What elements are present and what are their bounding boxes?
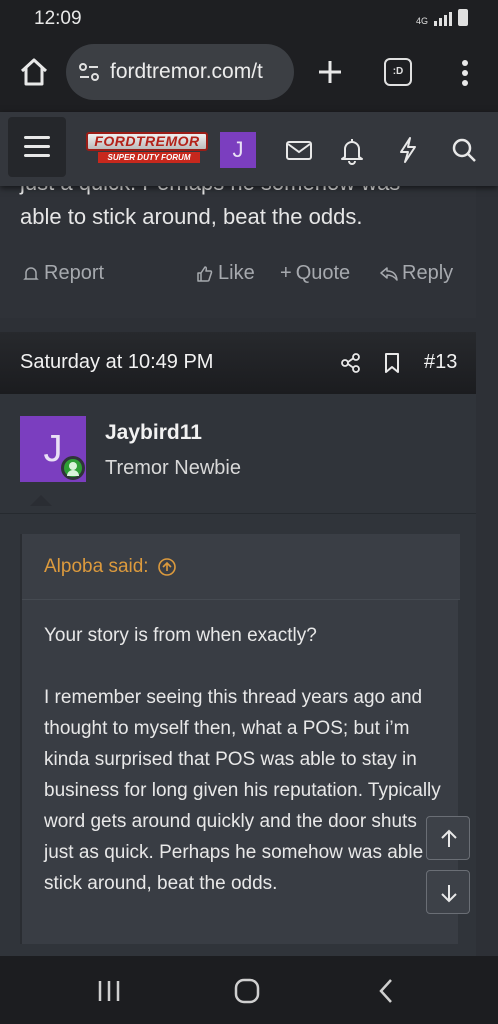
report-button[interactable]: Report	[22, 262, 104, 285]
status-icons: 4G	[416, 9, 468, 26]
author-name[interactable]: Jaybird11	[105, 421, 202, 445]
reply-icon	[380, 266, 398, 281]
previous-post: just a quick. Perhaps he somehow was abl…	[0, 186, 476, 318]
reply-label: Reply	[402, 262, 454, 284]
bell-icon[interactable]	[337, 135, 367, 165]
like-label: Like	[218, 262, 255, 284]
quote-paragraph: I remember seeing this thread years ago …	[44, 687, 445, 894]
report-label: Report	[44, 262, 105, 284]
quote-label: Quote	[295, 262, 351, 284]
post-actions: Report Like + Quote Reply	[0, 262, 476, 288]
previous-post-text-partial: just a quick. Perhaps he somehow was	[20, 186, 400, 196]
bookmark-icon[interactable]	[382, 352, 402, 374]
search-icon[interactable]	[449, 135, 479, 165]
bolt-icon[interactable]	[393, 135, 423, 165]
network-type: 4G	[415, 16, 428, 26]
arrow-up-circle-icon	[157, 558, 176, 576]
site-settings-icon[interactable]	[78, 62, 100, 82]
post-author: J Jaybird11 Tremor Newbie	[0, 394, 476, 514]
account-avatar[interactable]: J	[220, 132, 256, 168]
previous-post-text: able to stick around, beat the odds.	[20, 204, 363, 229]
site-logo[interactable]: FORDTREMOR SUPER DUTY FORUM	[86, 132, 208, 164]
quote-button[interactable]: + Quote	[280, 262, 350, 285]
tabs-button[interactable]: :D	[384, 58, 412, 86]
status-bar: 12:09 4G	[0, 0, 498, 38]
post-date[interactable]: Saturday at 10:49 PM	[20, 351, 213, 374]
post-body: Alpoba said: Your story is from when exa…	[0, 514, 476, 956]
screen: 12:09 4G fordtremor.com/t :D FORDTREMOR …	[0, 0, 498, 1024]
new-tab-icon[interactable]	[316, 58, 344, 86]
thumbs-up-icon	[197, 265, 213, 282]
menu-icon[interactable]	[8, 117, 66, 177]
reply-button[interactable]: Reply	[380, 262, 453, 285]
url-bar[interactable]: fordtremor.com/t	[66, 44, 294, 100]
quote-author: Alpoba said:	[44, 556, 149, 577]
like-button[interactable]: Like	[196, 262, 255, 285]
logo-subtitle: SUPER DUTY FORUM	[98, 152, 200, 163]
quote-header: Alpoba said:	[22, 534, 460, 600]
system-nav-bar	[0, 956, 498, 1024]
mail-icon[interactable]	[284, 135, 314, 165]
quote-block: Alpoba said: Your story is from when exa…	[20, 534, 460, 944]
browser-toolbar: fordtremor.com/t :D	[0, 38, 498, 112]
status-time: 12:09	[34, 8, 82, 29]
battery-icon	[458, 9, 468, 26]
back-icon[interactable]	[372, 976, 402, 1006]
url-text: fordtremor.com/t	[110, 60, 263, 83]
plus-icon: +	[280, 262, 292, 284]
scroll-top-button[interactable]	[426, 816, 470, 860]
home-icon[interactable]	[18, 56, 50, 88]
home-button-icon[interactable]	[232, 976, 262, 1006]
online-status-icon	[61, 456, 85, 480]
quote-text: Your story is from when exactly? I remem…	[44, 620, 448, 930]
signal-icon	[434, 10, 452, 26]
bell-icon	[23, 266, 39, 280]
message-pointer	[30, 495, 52, 506]
thread-content: just a quick. Perhaps he somehow was abl…	[0, 186, 498, 956]
logo-title: FORDTREMOR	[86, 132, 208, 151]
author-title: Tremor Newbie	[105, 457, 241, 479]
site-header: FORDTREMOR SUPER DUTY FORUM J	[0, 112, 498, 186]
recent-apps-icon[interactable]	[94, 976, 124, 1006]
arrow-up-icon	[441, 829, 457, 847]
share-icon[interactable]	[340, 352, 362, 374]
more-menu-icon[interactable]	[454, 58, 476, 88]
quote-author-link[interactable]: Alpoba said:	[44, 556, 177, 578]
arrow-down-icon	[441, 885, 457, 903]
scroll-bottom-button[interactable]	[426, 870, 470, 914]
post-header: Saturday at 10:49 PM #13	[0, 332, 476, 394]
post-number[interactable]: #13	[424, 351, 457, 374]
quote-paragraph: Your story is from when exactly?	[44, 625, 317, 646]
